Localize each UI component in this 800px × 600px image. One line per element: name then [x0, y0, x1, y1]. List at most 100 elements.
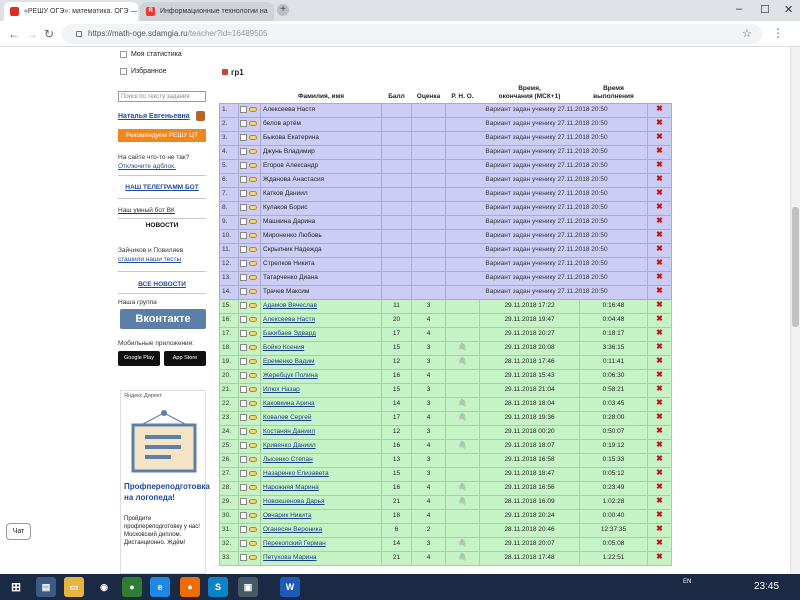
reload-icon[interactable]: ↻: [44, 27, 54, 41]
view-icon[interactable]: [249, 106, 257, 112]
edit-icon[interactable]: [240, 511, 247, 519]
student-name[interactable]: Жеребцук Полина: [260, 368, 382, 384]
browser-menu-icon[interactable]: ⋮: [772, 26, 784, 40]
delete-icon[interactable]: ✖: [656, 216, 663, 226]
view-icon[interactable]: [249, 246, 257, 252]
student-name[interactable]: Бакибаев Эдвард: [260, 326, 382, 342]
vk-group-button[interactable]: Вконтакте: [120, 309, 206, 329]
student-name[interactable]: Ковалев Сергей: [260, 410, 382, 426]
view-icon[interactable]: [249, 400, 257, 406]
delete-icon[interactable]: ✖: [656, 510, 663, 520]
view-icon[interactable]: [249, 554, 257, 560]
delete-icon[interactable]: ✖: [656, 174, 663, 184]
view-icon[interactable]: [249, 232, 257, 238]
view-icon[interactable]: [249, 386, 257, 392]
delete-icon[interactable]: ✖: [656, 496, 663, 506]
student-name[interactable]: Оганесян Вероника: [260, 522, 382, 538]
delete-icon[interactable]: ✖: [656, 286, 663, 296]
view-icon[interactable]: [249, 428, 257, 434]
browser-tab-informatika[interactable]: Я Информационные технологии на ✕: [140, 2, 274, 21]
student-name[interactable]: Костанян Даниил: [260, 424, 382, 440]
edit-icon[interactable]: [240, 147, 247, 155]
delete-icon[interactable]: ✖: [656, 258, 663, 268]
delete-icon[interactable]: ✖: [656, 160, 663, 170]
student-name[interactable]: Бойко Ксения: [260, 340, 382, 356]
edit-icon[interactable]: [240, 301, 247, 309]
delete-icon[interactable]: ✖: [656, 370, 663, 380]
delete-icon[interactable]: ✖: [656, 132, 663, 142]
windows-start-icon[interactable]: ⊞: [6, 577, 26, 597]
edit-icon[interactable]: [240, 161, 247, 169]
view-icon[interactable]: [249, 204, 257, 210]
yandex-direct-ad[interactable]: Яндекс.Директ Профпереподготовка на лого…: [120, 390, 210, 574]
student-name[interactable]: Овчарик Никита: [260, 508, 382, 524]
view-icon[interactable]: [249, 288, 257, 294]
edit-icon[interactable]: [240, 539, 247, 547]
page-scrollbar[interactable]: [790, 47, 800, 574]
edit-icon[interactable]: [240, 203, 247, 211]
delete-icon[interactable]: ✖: [656, 272, 663, 282]
new-tab-button[interactable]: +: [277, 4, 289, 16]
edit-icon[interactable]: [240, 133, 247, 141]
attachment-icon[interactable]: 🖇: [458, 358, 467, 365]
google-play-badge[interactable]: Google Play: [118, 351, 160, 366]
view-icon[interactable]: [249, 372, 257, 378]
delete-icon[interactable]: ✖: [656, 314, 663, 324]
delete-icon[interactable]: ✖: [656, 188, 663, 198]
view-icon[interactable]: [249, 344, 257, 350]
student-name[interactable]: Новокшенова Дарья: [260, 494, 382, 510]
chrome-icon[interactable]: ●: [122, 577, 142, 597]
telegram-link[interactable]: НАШ ТЕЛЕГРАММ БОТ: [116, 184, 208, 191]
browser-icon[interactable]: e: [150, 577, 170, 597]
view-icon[interactable]: [249, 148, 257, 154]
delete-icon[interactable]: ✖: [656, 328, 663, 338]
edit-icon[interactable]: [240, 483, 247, 491]
all-news-link[interactable]: ВСЕ НОВОСТИ: [116, 281, 208, 288]
view-icon[interactable]: [249, 260, 257, 266]
edit-icon[interactable]: [240, 553, 247, 561]
maximize-icon[interactable]: ☐: [760, 3, 770, 16]
edit-icon[interactable]: [240, 469, 247, 477]
view-icon[interactable]: [249, 274, 257, 280]
view-icon[interactable]: [249, 540, 257, 546]
student-name[interactable]: Каковкина Арина: [260, 396, 382, 412]
edit-icon[interactable]: [240, 385, 247, 393]
skype-icon[interactable]: S: [208, 577, 228, 597]
delete-icon[interactable]: ✖: [656, 230, 663, 240]
forward-arrow-icon[interactable]: →: [26, 27, 38, 41]
student-name[interactable]: Перекопский Герман: [260, 536, 382, 552]
view-icon[interactable]: [249, 316, 257, 322]
edit-icon[interactable]: [240, 259, 247, 267]
edit-icon[interactable]: [240, 315, 247, 323]
system-clock[interactable]: 23:45: [754, 581, 779, 592]
news-link[interactable]: сташили наши тесты: [118, 256, 181, 263]
attachment-icon[interactable]: 🖇: [458, 484, 467, 491]
edit-icon[interactable]: [240, 273, 247, 281]
attachment-icon[interactable]: 🖇: [458, 498, 467, 505]
delete-icon[interactable]: ✖: [656, 524, 663, 534]
close-tab-icon[interactable]: ✕: [268, 7, 275, 16]
edit-icon[interactable]: [240, 497, 247, 505]
delete-icon[interactable]: ✖: [656, 300, 663, 310]
attachment-icon[interactable]: 🖇: [458, 414, 467, 421]
student-name[interactable]: Петухова Марина: [260, 550, 382, 566]
view-icon[interactable]: [249, 456, 257, 462]
stats-link[interactable]: Моя статистика: [120, 51, 182, 58]
delete-icon[interactable]: ✖: [656, 412, 663, 422]
view-icon[interactable]: [249, 498, 257, 504]
edit-icon[interactable]: [240, 399, 247, 407]
firefox-icon[interactable]: ●: [180, 577, 200, 597]
view-icon[interactable]: [249, 512, 257, 518]
edit-icon[interactable]: [240, 245, 247, 253]
attachment-icon[interactable]: 🖇: [458, 442, 467, 449]
delete-icon[interactable]: ✖: [656, 552, 663, 562]
chat-button[interactable]: Чат: [6, 523, 31, 540]
edit-icon[interactable]: [240, 217, 247, 225]
delete-icon[interactable]: ✖: [656, 426, 663, 436]
folder-icon[interactable]: ▭: [64, 577, 84, 597]
delete-icon[interactable]: ✖: [656, 384, 663, 394]
student-name[interactable]: Назаренко Елизавета: [260, 466, 382, 482]
student-name[interactable]: Адамов Вячеслав: [260, 298, 382, 314]
delete-icon[interactable]: ✖: [656, 454, 663, 464]
word-icon[interactable]: W: [280, 577, 300, 597]
